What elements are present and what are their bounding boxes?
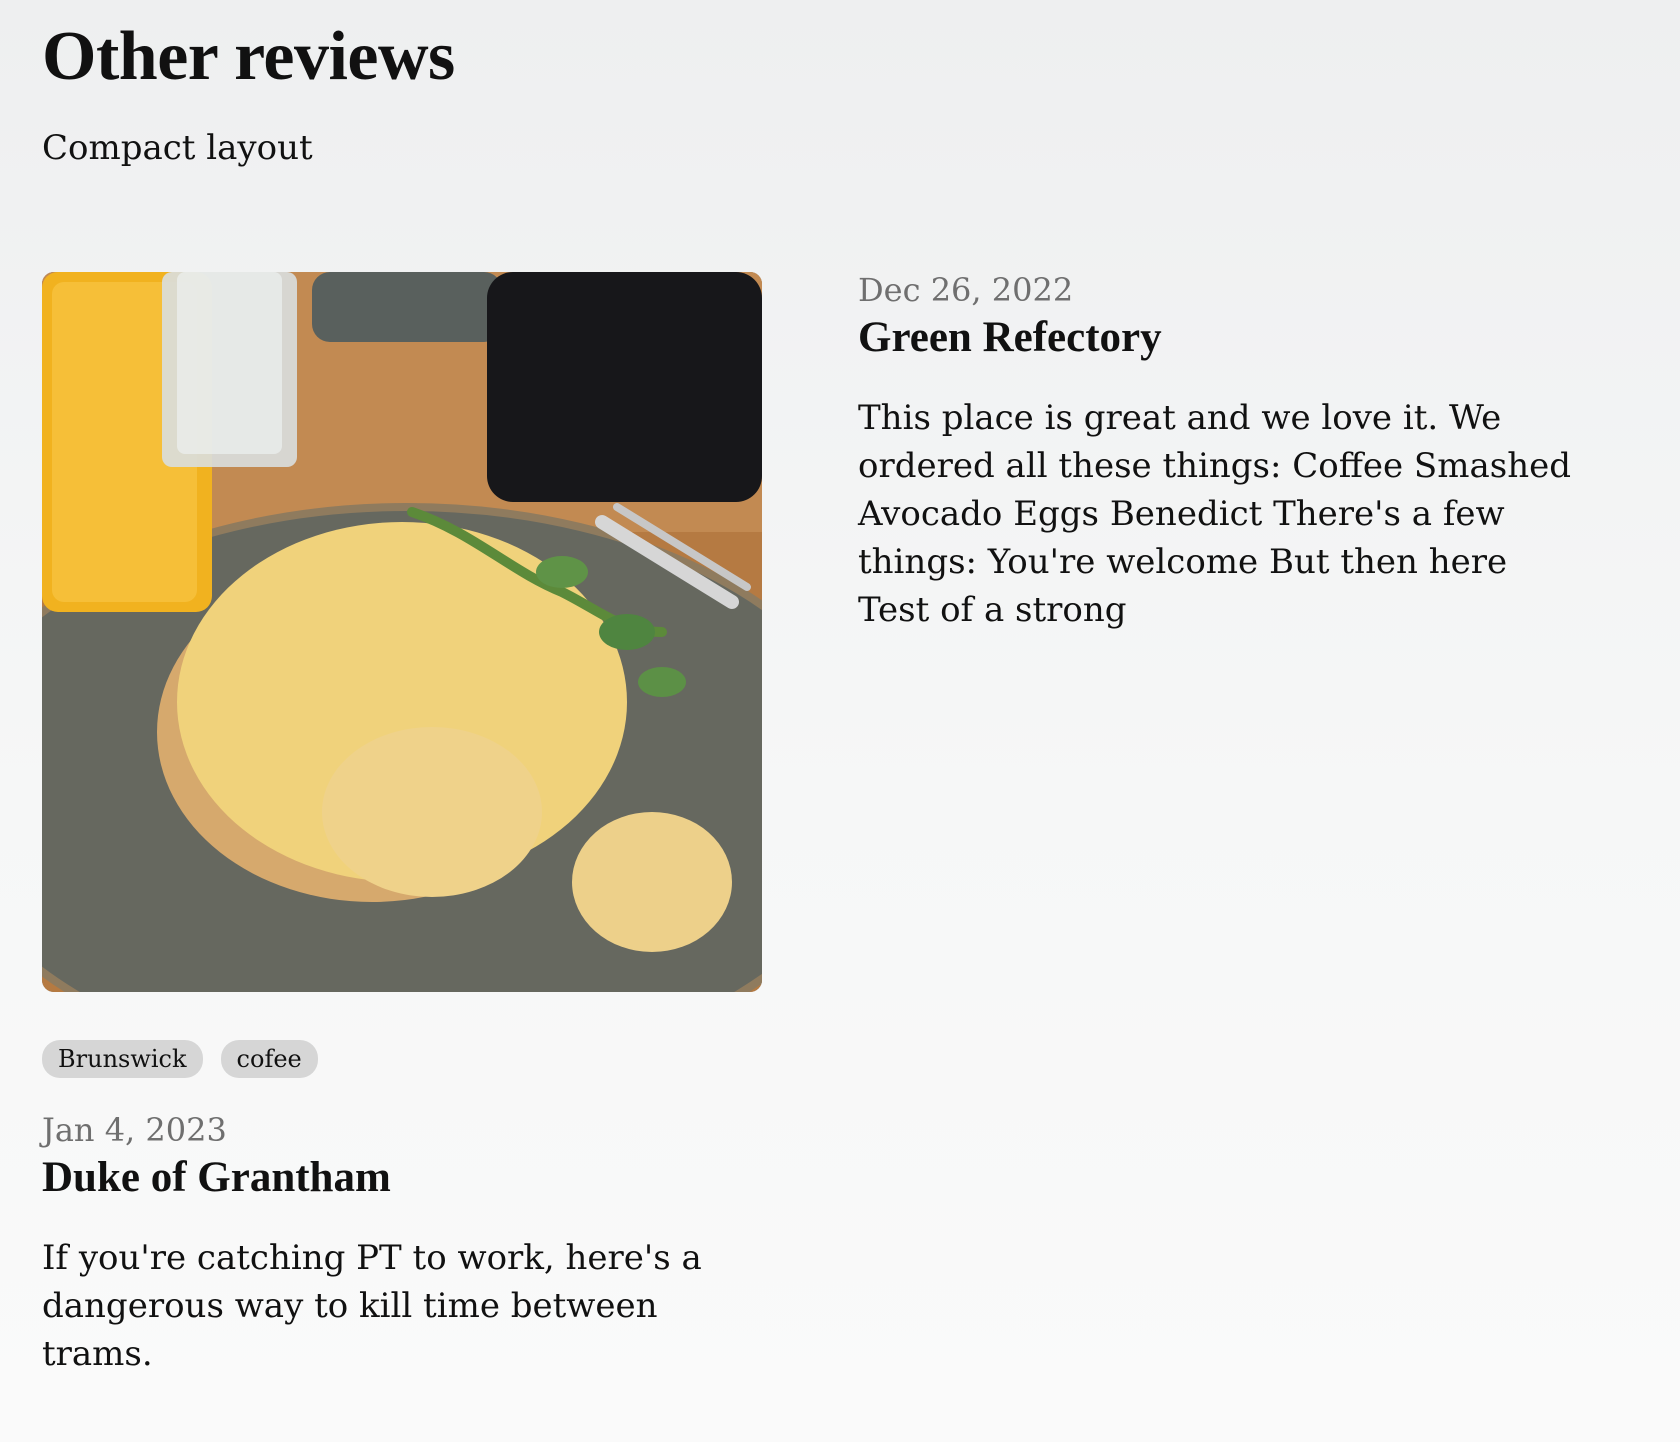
page: Other reviews Compact layout Brunswick c… [0, 0, 1680, 1442]
review-title[interactable]: Green Refectory [858, 313, 1578, 362]
tag-list: Brunswick cofee [42, 1040, 762, 1078]
tag-cofee[interactable]: cofee [220, 1040, 318, 1078]
review-card-duke-of-grantham[interactable]: Brunswick cofee Jan 4, 2023 Duke of Gran… [42, 272, 762, 1378]
review-title[interactable]: Duke of Grantham [42, 1153, 762, 1202]
review-image[interactable] [42, 272, 762, 992]
tag-brunswick[interactable]: Brunswick [42, 1040, 203, 1078]
page-title: Other reviews [42, 18, 455, 95]
page-subtitle: Compact layout [42, 128, 313, 168]
reviews-grid: Brunswick cofee Jan 4, 2023 Duke of Gran… [42, 272, 1638, 1378]
review-date: Dec 26, 2022 [858, 271, 1074, 309]
review-date: Jan 4, 2023 [42, 1111, 227, 1149]
review-card-green-refectory[interactable]: Dec 26, 2022 Green Refectory This place … [858, 272, 1578, 634]
review-excerpt: This place is great and we love it. We o… [858, 398, 1571, 631]
review-excerpt: If you're catching PT to work, here's a … [42, 1238, 702, 1375]
